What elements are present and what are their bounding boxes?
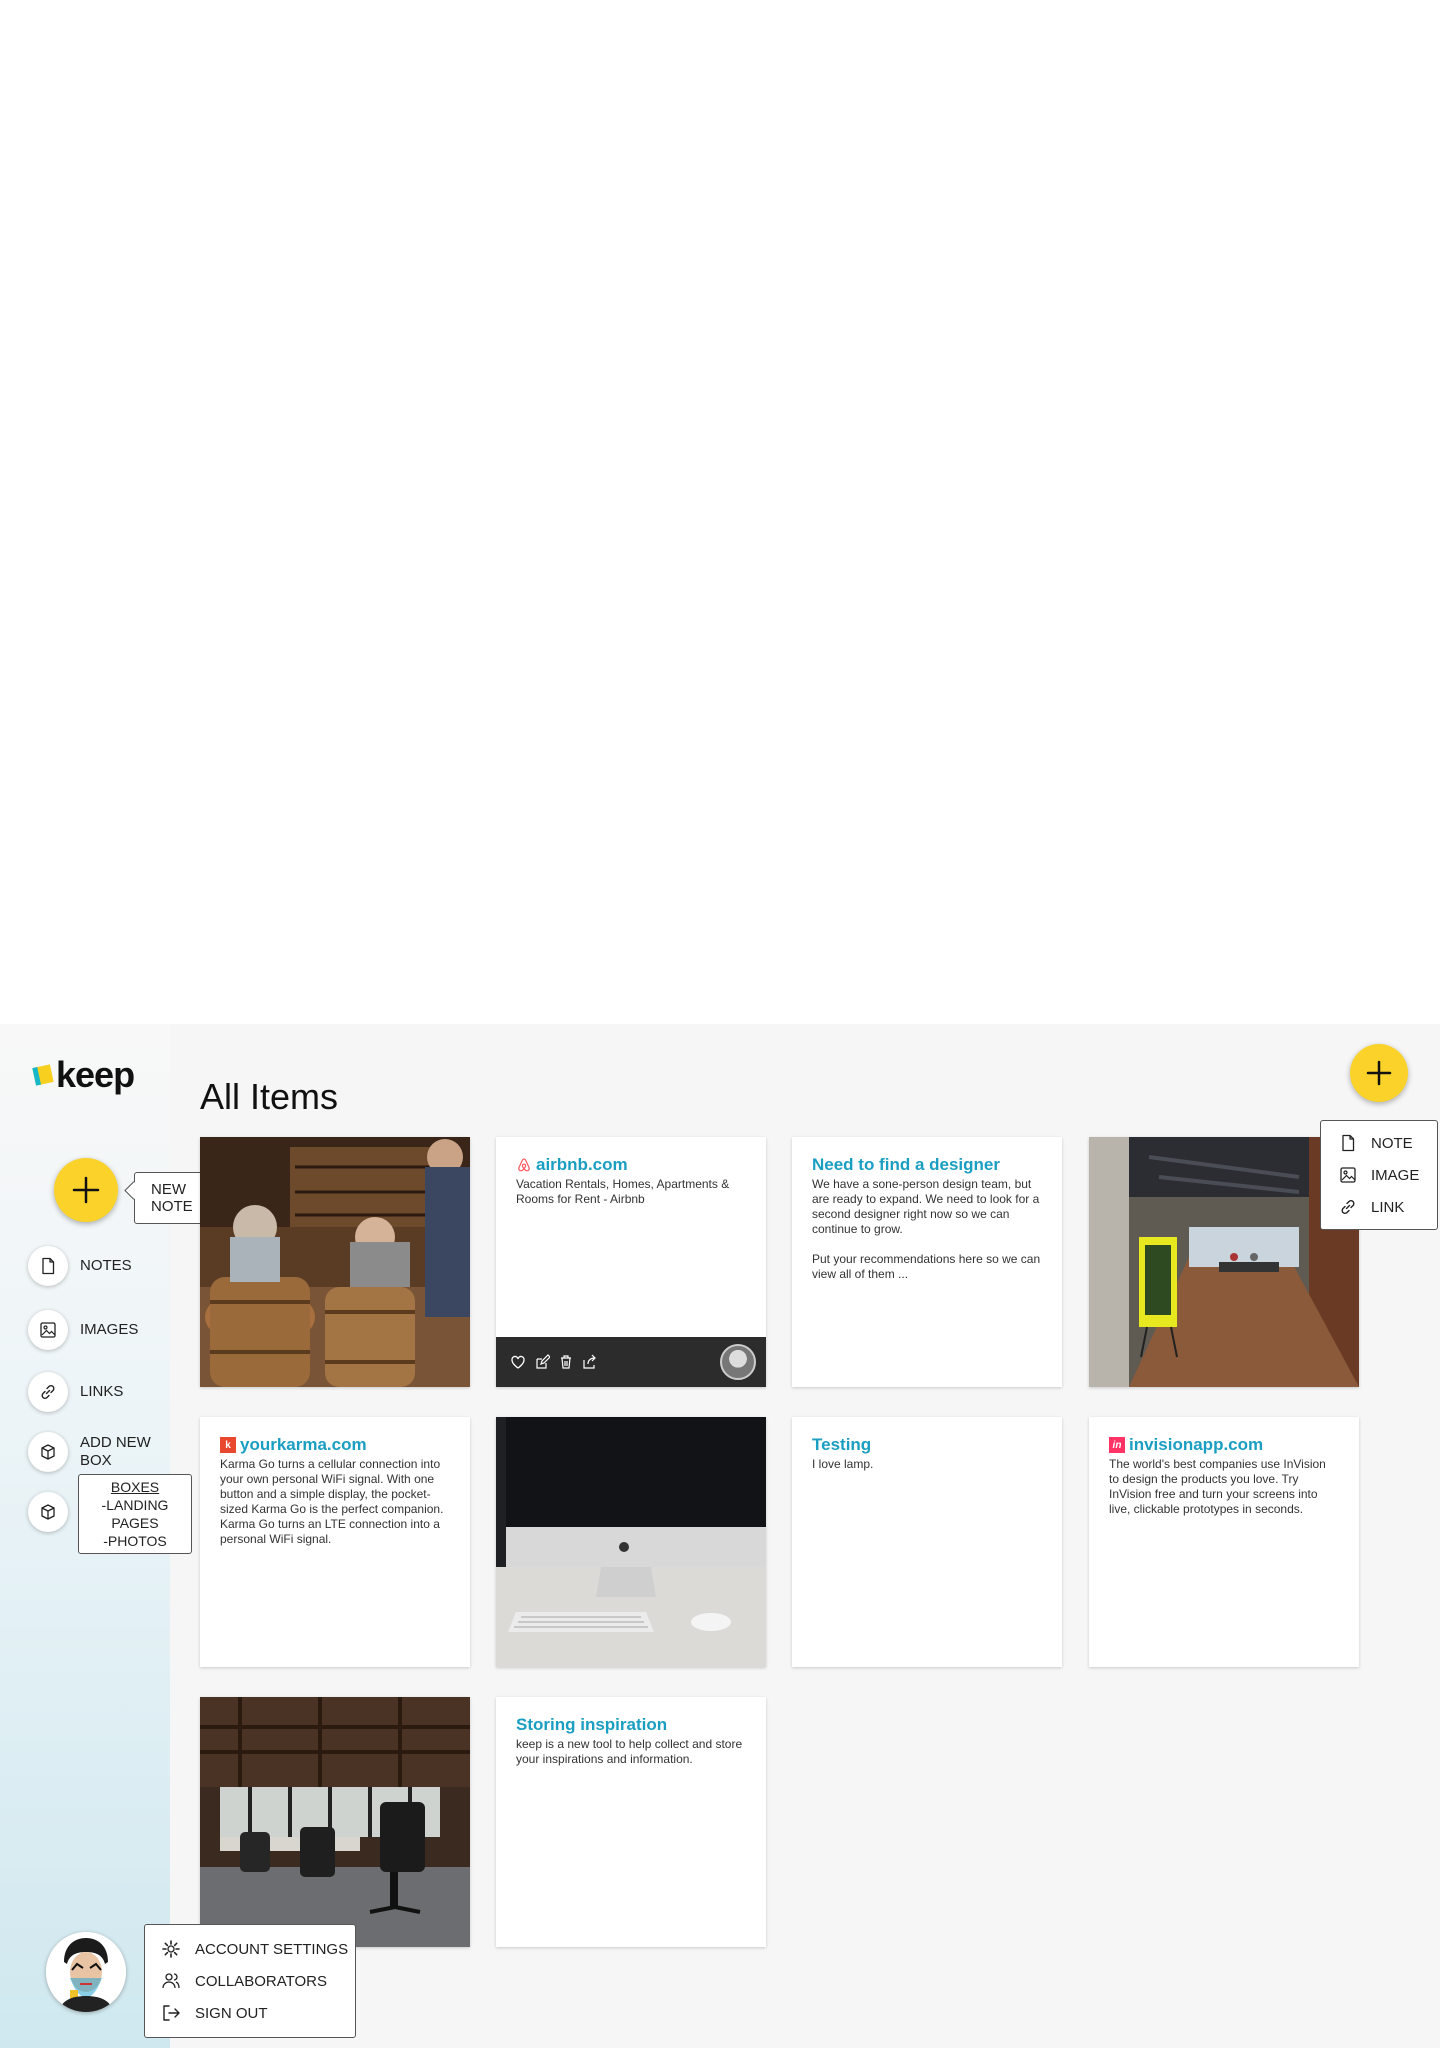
user-avatar[interactable]: [46, 1932, 126, 2012]
note-card-designer[interactable]: Need to find a designer We have a sone-p…: [792, 1137, 1062, 1387]
share-icon[interactable]: [578, 1350, 602, 1374]
card-body: We have a sone-person design team, but a…: [812, 1177, 1041, 1281]
image-card-office[interactable]: [1089, 1137, 1359, 1387]
sidebar-item-label: IMAGES: [80, 1321, 139, 1338]
account-settings-option[interactable]: ACCOUNT SETTINGS: [145, 1933, 355, 1965]
workspace-photo: [200, 1697, 470, 1947]
link-card-airbnb[interactable]: airbnb.com Vacation Rentals, Homes, Apar…: [496, 1137, 766, 1387]
brand-name: keep: [56, 1054, 135, 1095]
menu-item-label: SIGN OUT: [195, 2004, 268, 2022]
keep-logo[interactable]: keep: [32, 1054, 135, 1096]
image-card-bar[interactable]: [200, 1137, 470, 1387]
boxes-heading[interactable]: BOXES: [79, 1478, 191, 1496]
imac-photo: [496, 1417, 766, 1667]
card-title[interactable]: invisionapp.com: [1129, 1435, 1263, 1455]
image-card-imac[interactable]: [496, 1417, 766, 1667]
card-body: keep is a new tool to help collect and s…: [516, 1737, 743, 1766]
sidebar-item-label: ADD NEW BOX: [80, 1434, 151, 1469]
users-icon: [162, 1973, 180, 1989]
box-entry-landing-pages[interactable]: -LANDING PAGES: [79, 1496, 191, 1532]
link-icon: [28, 1372, 68, 1412]
menu-item-label: IMAGE: [1371, 1166, 1420, 1184]
note-icon: [28, 1246, 68, 1286]
airbnb-logo-icon: [516, 1157, 532, 1173]
page-title: All Items: [200, 1076, 339, 1118]
collaborators-option[interactable]: COLLABORATORS: [145, 1965, 355, 1997]
menu-item-label: NOTE: [1371, 1134, 1413, 1152]
office-photo: [1089, 1137, 1359, 1387]
new-note-tooltip: NEW NOTE: [134, 1172, 210, 1224]
plus-icon: [1366, 1060, 1392, 1086]
bar-photo: [200, 1137, 470, 1387]
card-body: I love lamp.: [812, 1457, 874, 1471]
gear-icon: [162, 1940, 180, 1958]
sidebar-item-label: LINKS: [80, 1383, 124, 1400]
menu-item-label: COLLABORATORS: [195, 1972, 327, 1990]
sidebar-item-images[interactable]: IMAGES: [28, 1310, 138, 1350]
logo-mark-icon: [32, 1064, 54, 1086]
card-body: Vacation Rentals, Homes, Apartments & Ro…: [516, 1177, 730, 1206]
trash-icon[interactable]: [554, 1350, 578, 1374]
sidebar: keep NEW NOTE NOTES IMAGES LINKS ADD NEW…: [0, 1024, 210, 2048]
card-body: Karma Go turns a cellular connection int…: [220, 1457, 444, 1546]
account-menu: ACCOUNT SETTINGS COLLABORATORS SIGN OUT: [144, 1924, 356, 2038]
card-title[interactable]: Need to find a designer: [812, 1155, 1042, 1175]
add-note-option[interactable]: NOTE: [1321, 1127, 1437, 1159]
image-card-workspace[interactable]: [200, 1697, 470, 1947]
card-body: The world's best companies use InVision …: [1109, 1457, 1326, 1516]
collaborator-avatar[interactable]: [720, 1344, 756, 1380]
boxes-popup: BOXES -LANDING PAGES -PHOTOS: [78, 1474, 192, 1554]
sidebar-item-links[interactable]: LINKS: [28, 1372, 123, 1412]
add-item-button[interactable]: [1350, 1044, 1408, 1102]
card-toolbar: [496, 1337, 766, 1387]
link-card-invision[interactable]: in invisionapp.com The world's best comp…: [1089, 1417, 1359, 1667]
card-title[interactable]: yourkarma.com: [240, 1435, 367, 1455]
add-link-option[interactable]: LINK: [1321, 1191, 1437, 1223]
link-card-yourkarma[interactable]: k yourkarma.com Karma Go turns a cellula…: [200, 1417, 470, 1667]
sign-out-option[interactable]: SIGN OUT: [145, 1997, 355, 2029]
karma-logo-icon: k: [220, 1437, 236, 1453]
sidebar-item-label: NOTES: [80, 1257, 132, 1274]
note-card-testing[interactable]: Testing I love lamp.: [792, 1417, 1062, 1667]
add-item-menu: NOTE IMAGE LINK: [1320, 1120, 1438, 1230]
card-title[interactable]: Testing: [812, 1435, 1042, 1455]
edit-icon[interactable]: [530, 1350, 554, 1374]
menu-item-label: ACCOUNT SETTINGS: [195, 1940, 349, 1958]
box-entry-photos[interactable]: -PHOTOS: [79, 1532, 191, 1550]
card-title[interactable]: airbnb.com: [536, 1155, 628, 1175]
note-icon: [1342, 1134, 1355, 1152]
sidebar-item-notes[interactable]: NOTES: [28, 1246, 132, 1286]
image-icon: [28, 1310, 68, 1350]
keep-app: keep NEW NOTE NOTES IMAGES LINKS ADD NEW…: [0, 1024, 1440, 2048]
sidebar-item-add-new-box[interactable]: ADD NEW BOX: [28, 1432, 160, 1472]
add-image-option[interactable]: IMAGE: [1321, 1159, 1437, 1191]
card-title[interactable]: Storing inspiration: [516, 1715, 746, 1735]
menu-item-label: LINK: [1371, 1198, 1405, 1216]
plus-icon: [72, 1176, 100, 1204]
sidebar-item-boxes[interactable]: [28, 1492, 68, 1532]
note-card-storing-inspiration[interactable]: Storing inspiration keep is a new tool t…: [496, 1697, 766, 1947]
add-box-icon: [28, 1432, 68, 1472]
invision-logo-icon: in: [1109, 1437, 1125, 1453]
link-icon: [1341, 1199, 1355, 1215]
box-icon: [28, 1492, 68, 1532]
sign-out-icon: [163, 2005, 180, 2021]
heart-icon[interactable]: [506, 1350, 530, 1374]
new-note-button[interactable]: [54, 1158, 118, 1222]
image-icon: [1340, 1167, 1356, 1183]
